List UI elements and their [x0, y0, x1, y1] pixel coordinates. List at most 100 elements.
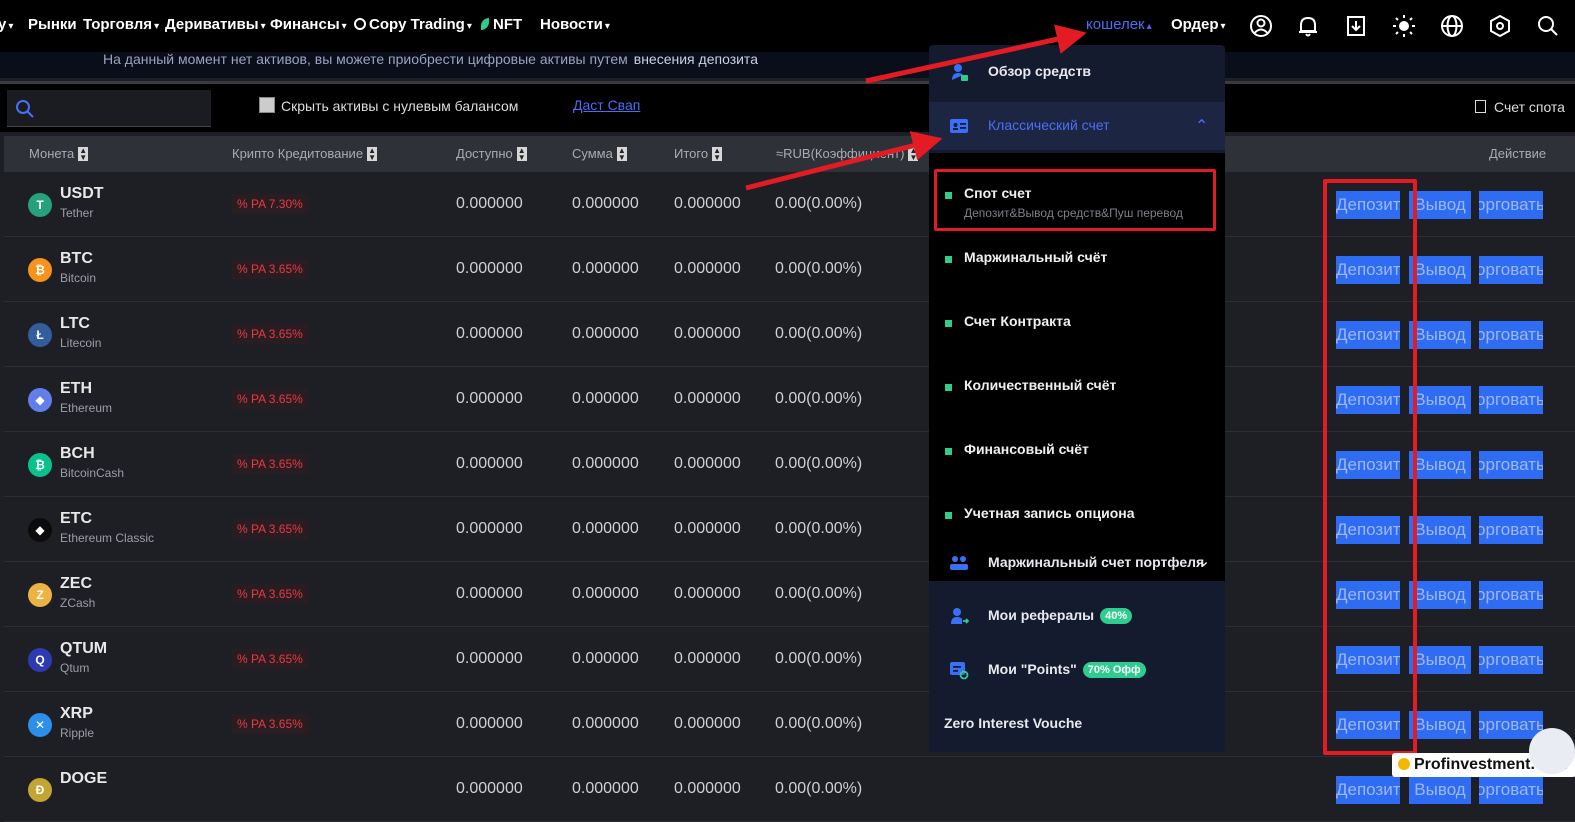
deposit-button[interactable]: Депозит: [1336, 191, 1400, 219]
bell-icon[interactable]: [1295, 13, 1321, 39]
lending-rate-badge[interactable]: % PA 3.65%: [232, 324, 308, 344]
nav-wallet[interactable]: кошелек ▴: [1086, 16, 1152, 33]
withdraw-button[interactable]: Вывод: [1409, 516, 1471, 544]
deposit-link[interactable]: внесения депозита: [634, 51, 758, 67]
nav-item-trade[interactable]: Торговля ▾: [83, 16, 159, 33]
coin-logo-icon: ₿: [28, 453, 52, 477]
deposit-button[interactable]: Депозит: [1336, 776, 1400, 804]
globe-icon[interactable]: [1439, 13, 1465, 39]
column-header-rub[interactable]: ≈RUB(Коэффициент) ▲ ▼: [776, 146, 919, 162]
trade-button[interactable]: Торговать: [1479, 581, 1543, 609]
available-value: 0.000000: [456, 585, 523, 602]
nav-item-nft[interactable]: NFT: [481, 16, 522, 33]
nav-order[interactable]: Ордер ▾: [1171, 16, 1226, 33]
column-header-amount[interactable]: Сумма ▲ ▼: [572, 146, 627, 162]
hide-zero-balance-toggle[interactable]: Скрыть активы с нулевым балансом: [259, 97, 518, 114]
menu-item-portfolio-margin[interactable]: Маржинальный счет портфеля ⌄: [929, 539, 1225, 587]
sort-icon[interactable]: ▲ ▼: [908, 147, 919, 162]
menu-item-points[interactable]: Мои "Points" 70% Офф: [929, 646, 1225, 694]
deposit-button[interactable]: Депозит: [1336, 321, 1400, 349]
menu-label: Мои "Points" 70% Офф: [988, 661, 1146, 678]
user-icon[interactable]: [1248, 13, 1274, 39]
trade-button[interactable]: Торговать: [1479, 321, 1543, 349]
nav-item-partial[interactable]: у ▾: [0, 16, 13, 33]
trade-button[interactable]: Торговать: [1479, 776, 1543, 804]
withdraw-button[interactable]: Вывод: [1409, 581, 1471, 609]
lending-rate-badge[interactable]: % PA 3.65%: [232, 649, 308, 669]
lending-rate-badge[interactable]: % PA 3.65%: [232, 714, 308, 734]
nav-item-news[interactable]: Новости ▾: [540, 16, 610, 33]
amount-value: 0.000000: [572, 780, 639, 797]
column-header-total[interactable]: Итого ▲ ▼: [674, 146, 723, 162]
trade-button[interactable]: Торговать: [1479, 516, 1543, 544]
withdraw-button[interactable]: Вывод: [1409, 451, 1471, 479]
submenu-item-margin[interactable]: Маржинальный счёт: [929, 242, 1225, 282]
sort-icon[interactable]: ▲ ▼: [78, 147, 89, 162]
lending-rate-badge[interactable]: % PA 3.65%: [232, 519, 308, 539]
trade-button[interactable]: Торговать: [1479, 646, 1543, 674]
total-value: 0.000000: [674, 325, 741, 342]
lending-rate-badge[interactable]: % PA 3.65%: [232, 389, 308, 409]
submenu-item-finance[interactable]: Финансовый счёт: [929, 434, 1225, 474]
deposit-button[interactable]: Депозит: [1336, 516, 1400, 544]
withdraw-button[interactable]: Вывод: [1409, 386, 1471, 414]
sort-icon[interactable]: ▲ ▼: [367, 147, 378, 162]
lending-rate-badge[interactable]: % PA 7.30%: [232, 194, 308, 214]
trade-button[interactable]: Торговать: [1479, 256, 1543, 284]
withdraw-button[interactable]: Вывод: [1409, 321, 1471, 349]
nav-item-derivatives[interactable]: Деривативы ▾: [165, 16, 266, 33]
withdraw-button[interactable]: Вывод: [1409, 646, 1471, 674]
deposit-button[interactable]: Депозит: [1336, 581, 1400, 609]
coin-name: Tether: [60, 206, 94, 220]
column-header-lending[interactable]: Крипто Кредитование ▲ ▼: [232, 146, 378, 162]
deposit-button[interactable]: Депозит: [1336, 711, 1400, 739]
coin-name: Bitcoin: [60, 271, 97, 285]
deposit-button[interactable]: Депозит: [1336, 256, 1400, 284]
menu-item-classic-account[interactable]: Классический счет ⌃: [929, 102, 1225, 150]
menu-item-zero-interest-voucher[interactable]: Zero Interest Vouche: [929, 700, 1225, 748]
withdraw-button[interactable]: Вывод: [1409, 711, 1471, 739]
green-dot-icon: [945, 256, 952, 263]
deposit-button[interactable]: Депозит: [1336, 646, 1400, 674]
trade-button[interactable]: Торговать: [1479, 386, 1543, 414]
theme-icon[interactable]: [1391, 13, 1417, 39]
spot-account-link[interactable]: Счет спота: [1475, 99, 1565, 115]
menu-item-asset-overview[interactable]: Обзор средств: [929, 48, 1225, 96]
chevron-down-icon[interactable]: ⌄: [1197, 551, 1210, 571]
deposit-button[interactable]: Депозит: [1336, 451, 1400, 479]
nav-item-finance[interactable]: Финансы ▾: [270, 16, 347, 33]
submenu-item-contract[interactable]: Счет Контракта: [929, 306, 1225, 346]
submenu-item-options[interactable]: Учетная запись опциона: [929, 498, 1225, 538]
column-header-coin[interactable]: Монета ▲ ▼: [29, 146, 89, 162]
lending-rate-badge[interactable]: % PA 3.65%: [232, 454, 308, 474]
submenu-item-quant[interactable]: Количественный счёт: [929, 370, 1225, 410]
column-header-available[interactable]: Доступно ▲ ▼: [456, 146, 527, 162]
hide-zero-checkbox[interactable]: [259, 97, 275, 113]
lending-rate-badge[interactable]: % PA 3.65%: [232, 259, 308, 279]
available-value: 0.000000: [456, 650, 523, 667]
nav-item-markets[interactable]: Рынки: [28, 16, 77, 33]
amount-value: 0.000000: [572, 455, 639, 472]
lending-rate-badge[interactable]: % PA 3.65%: [232, 584, 308, 604]
asset-search-input[interactable]: [7, 90, 211, 127]
deposit-button[interactable]: Депозит: [1336, 386, 1400, 414]
withdraw-button[interactable]: Вывод: [1409, 776, 1471, 804]
trade-button[interactable]: Торговать: [1479, 711, 1543, 739]
green-dot-icon: [945, 448, 952, 455]
sort-icon[interactable]: ▲ ▼: [712, 147, 723, 162]
trade-button[interactable]: Торговать: [1479, 191, 1543, 219]
search-icon[interactable]: [1535, 13, 1561, 39]
settings-hex-icon[interactable]: [1487, 13, 1513, 39]
chevron-up-icon[interactable]: ⌃: [1195, 116, 1208, 136]
withdraw-button[interactable]: Вывод: [1409, 256, 1471, 284]
submenu-item-spot[interactable]: Спот счет Депозит&Вывод средств&Пуш пере…: [929, 178, 1225, 226]
dust-swap-link[interactable]: Даст Свап: [573, 97, 640, 113]
download-icon[interactable]: [1343, 13, 1369, 39]
sort-icon[interactable]: ▲ ▼: [616, 147, 627, 162]
withdraw-button[interactable]: Вывод: [1409, 191, 1471, 219]
nav-item-copy-trading[interactable]: Copy Trading ▾: [354, 16, 472, 33]
sort-icon[interactable]: ▲ ▼: [516, 147, 527, 162]
menu-item-referrals[interactable]: Мои рефералы 40%: [929, 592, 1225, 640]
trade-button[interactable]: Торговать: [1479, 451, 1543, 479]
support-chat-icon[interactable]: [1529, 728, 1575, 774]
